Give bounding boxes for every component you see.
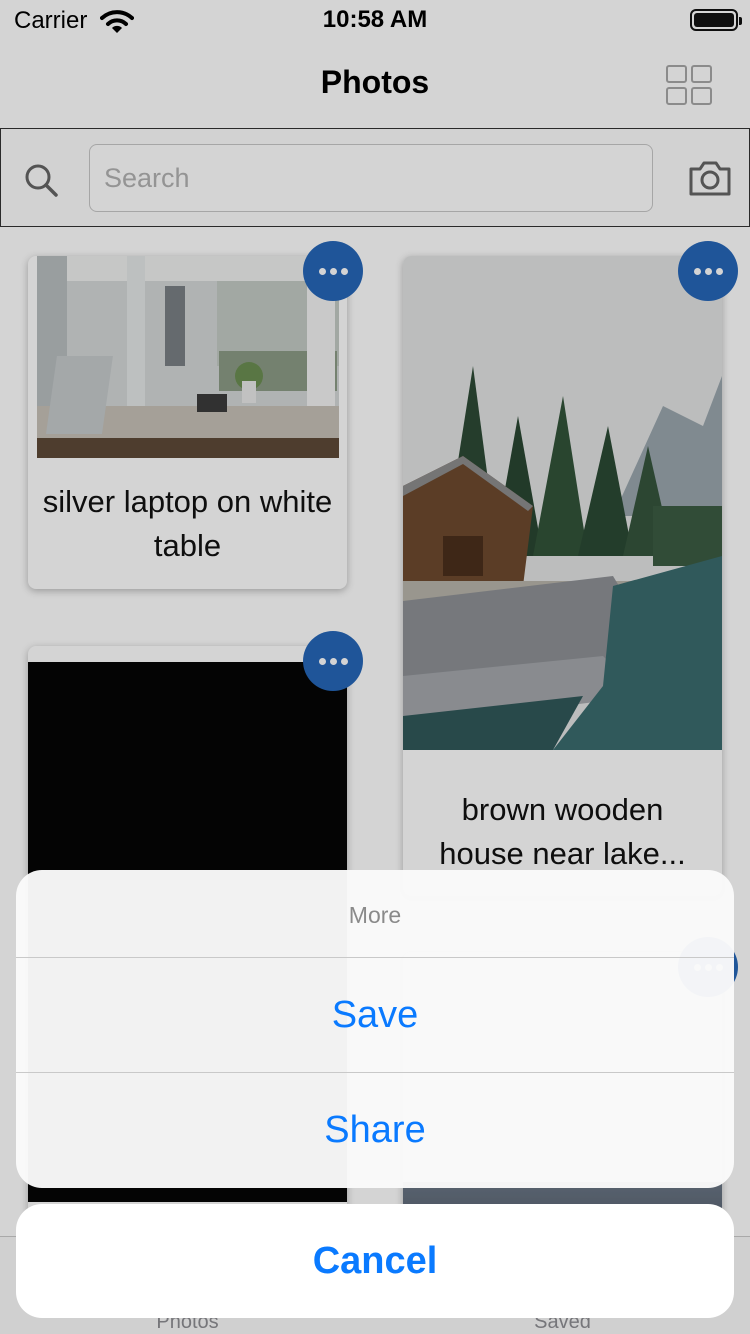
share-button[interactable]: Share — [16, 1073, 734, 1188]
action-sheet: More Save Share — [16, 870, 734, 1188]
action-sheet-title: More — [16, 870, 734, 958]
cancel-button[interactable]: Cancel — [16, 1204, 734, 1318]
save-button[interactable]: Save — [16, 958, 734, 1073]
